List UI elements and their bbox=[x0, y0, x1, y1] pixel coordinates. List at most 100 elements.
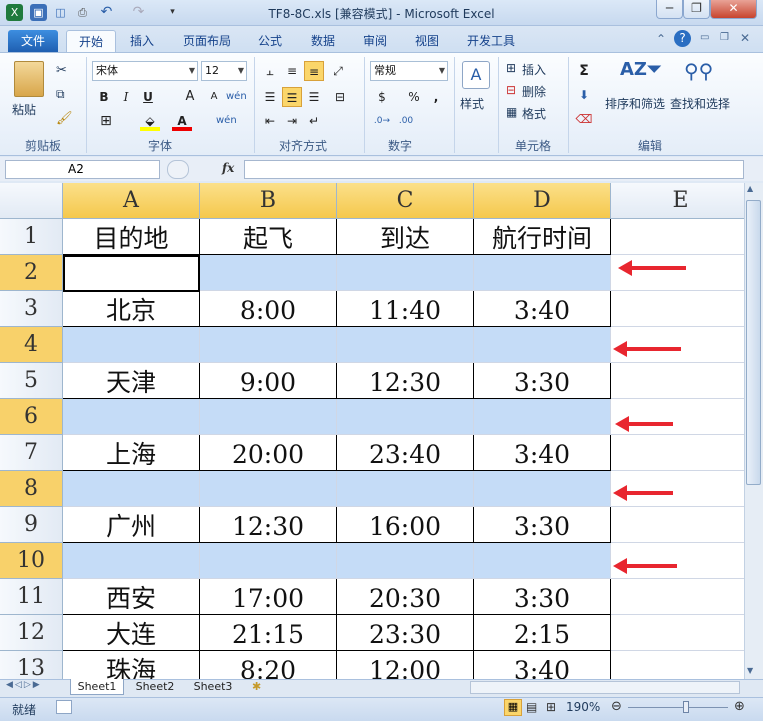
row-header[interactable]: 10 bbox=[0, 543, 63, 579]
sheet-tab-2[interactable]: Sheet2 bbox=[128, 679, 182, 695]
cell[interactable]: 8:00 bbox=[200, 291, 337, 327]
cell[interactable] bbox=[611, 651, 744, 679]
cell[interactable] bbox=[63, 255, 200, 291]
cell[interactable] bbox=[63, 327, 200, 363]
zoom-slider-thumb[interactable] bbox=[683, 701, 689, 713]
font-size-select[interactable]: 12 ▼ bbox=[201, 61, 247, 81]
format-painter-icon[interactable]: 🖌 bbox=[56, 111, 73, 126]
cell[interactable]: 23:30 bbox=[337, 615, 474, 651]
page-break-view-icon[interactable]: ⊞ bbox=[546, 700, 556, 714]
align-middle-icon[interactable]: ≡ bbox=[282, 61, 302, 81]
orientation-icon[interactable]: ⤢ bbox=[328, 61, 348, 81]
tab-view[interactable]: 视图 bbox=[406, 30, 448, 52]
row-header[interactable]: 11 bbox=[0, 579, 63, 615]
clear-icon[interactable]: ⌫ bbox=[574, 109, 594, 129]
name-box[interactable]: A2 bbox=[5, 160, 160, 179]
horizontal-scrollbar[interactable] bbox=[470, 681, 740, 694]
help-icon[interactable]: ? bbox=[674, 30, 691, 47]
close-button[interactable]: ✕ bbox=[710, 0, 757, 19]
sheet-nav-icons[interactable]: ◀◁▷▶ bbox=[6, 680, 42, 690]
row-header[interactable]: 2 bbox=[0, 255, 63, 291]
styles-icon[interactable]: A bbox=[462, 61, 490, 89]
fill-color-icon[interactable]: ⬙ bbox=[140, 111, 160, 131]
cell[interactable]: 起飞 bbox=[200, 219, 337, 255]
cell[interactable]: 12:30 bbox=[200, 507, 337, 543]
sheet-tab-1[interactable]: Sheet1 bbox=[70, 679, 124, 695]
cell[interactable] bbox=[611, 615, 744, 651]
align-bottom-icon[interactable]: ≡ bbox=[304, 61, 324, 81]
styles-button[interactable]: 样式 bbox=[460, 95, 484, 112]
cell[interactable] bbox=[200, 399, 337, 435]
formula-bar-expand-icon[interactable] bbox=[167, 160, 189, 179]
cell[interactable]: 3:30 bbox=[474, 579, 611, 615]
cell[interactable]: 北京 bbox=[63, 291, 200, 327]
macro-record-icon[interactable] bbox=[56, 700, 72, 714]
fill-icon[interactable]: ⬇ bbox=[574, 85, 594, 105]
cell[interactable] bbox=[611, 327, 744, 363]
cell[interactable]: 17:00 bbox=[200, 579, 337, 615]
minimize-button[interactable]: ─ bbox=[656, 0, 683, 19]
cell[interactable] bbox=[200, 543, 337, 579]
row-header[interactable]: 6 bbox=[0, 399, 63, 435]
percent-button[interactable]: % bbox=[404, 87, 424, 107]
cell[interactable]: 到达 bbox=[337, 219, 474, 255]
doc-close-icon[interactable]: ✕ bbox=[740, 31, 750, 45]
autosum-button[interactable]: Σ bbox=[574, 61, 594, 81]
underline-button[interactable]: U bbox=[138, 87, 158, 107]
cell[interactable] bbox=[611, 219, 744, 255]
column-header-a[interactable]: A bbox=[63, 183, 200, 219]
formula-input[interactable] bbox=[244, 160, 744, 179]
row-header[interactable]: 1 bbox=[0, 219, 63, 255]
format-cells-icon[interactable]: ▦ bbox=[506, 105, 517, 119]
tab-page-layout[interactable]: 页面布局 bbox=[174, 30, 240, 52]
cell[interactable]: 珠海 bbox=[63, 651, 200, 679]
tab-formulas[interactable]: 公式 bbox=[250, 30, 290, 52]
select-all-corner[interactable] bbox=[0, 183, 63, 219]
new-sheet-icon[interactable]: ✱ bbox=[252, 680, 261, 693]
cell[interactable]: 航行时间 bbox=[474, 219, 611, 255]
cell[interactable]: 12:00 bbox=[337, 651, 474, 679]
cell[interactable]: 3:40 bbox=[474, 291, 611, 327]
cell[interactable] bbox=[611, 579, 744, 615]
shrink-font-button[interactable]: A bbox=[204, 87, 224, 107]
italic-button[interactable]: I bbox=[116, 87, 136, 107]
align-right-icon[interactable]: ☰ bbox=[304, 87, 324, 107]
decrease-indent-icon[interactable]: ⇤ bbox=[260, 111, 280, 131]
row-header[interactable]: 7 bbox=[0, 435, 63, 471]
cell[interactable]: 3:40 bbox=[474, 435, 611, 471]
cell[interactable]: 20:00 bbox=[200, 435, 337, 471]
cell[interactable]: 3:30 bbox=[474, 363, 611, 399]
worksheet-grid[interactable]: ABCDE 1 目的地 起飞 到达 航行时间 2 3 北京 8:00 11:40 3:40 4 5 天津 9… bbox=[0, 183, 744, 679]
align-top-icon[interactable]: ⫠ bbox=[260, 61, 280, 81]
column-header-e[interactable]: E bbox=[611, 183, 744, 219]
cell[interactable] bbox=[63, 471, 200, 507]
vertical-scroll-thumb[interactable] bbox=[746, 200, 761, 485]
doc-minimize-icon[interactable]: ▭ bbox=[700, 32, 709, 43]
cell[interactable]: 8:20 bbox=[200, 651, 337, 679]
cell[interactable] bbox=[337, 399, 474, 435]
phonetic-icon[interactable]: wén bbox=[226, 87, 247, 107]
font-color-icon[interactable]: A bbox=[172, 111, 192, 131]
paste-icon[interactable] bbox=[14, 61, 44, 97]
find-select-button[interactable]: 查找和选择 bbox=[670, 95, 730, 112]
cell[interactable] bbox=[63, 399, 200, 435]
insert-function-button[interactable]: fx bbox=[222, 161, 234, 175]
row-header[interactable]: 5 bbox=[0, 363, 63, 399]
cell[interactable] bbox=[337, 255, 474, 291]
cell[interactable]: 天津 bbox=[63, 363, 200, 399]
column-header-b[interactable]: B bbox=[200, 183, 337, 219]
cell[interactable] bbox=[611, 471, 744, 507]
cell[interactable] bbox=[337, 471, 474, 507]
cell[interactable] bbox=[337, 327, 474, 363]
zoom-out-icon[interactable]: ⊖ bbox=[611, 699, 622, 714]
wrap-text-icon[interactable]: ↵ bbox=[304, 111, 324, 131]
row-header[interactable]: 13 bbox=[0, 651, 63, 679]
cell[interactable] bbox=[611, 291, 744, 327]
decrease-decimal-icon[interactable]: .00 bbox=[396, 111, 416, 131]
sheet-tab-3[interactable]: Sheet3 bbox=[186, 679, 240, 695]
cell[interactable] bbox=[474, 399, 611, 435]
page-layout-view-icon[interactable]: ▤ bbox=[526, 700, 537, 714]
cell[interactable]: 西安 bbox=[63, 579, 200, 615]
cell[interactable]: 上海 bbox=[63, 435, 200, 471]
paste-button[interactable]: 粘贴 bbox=[12, 101, 36, 118]
